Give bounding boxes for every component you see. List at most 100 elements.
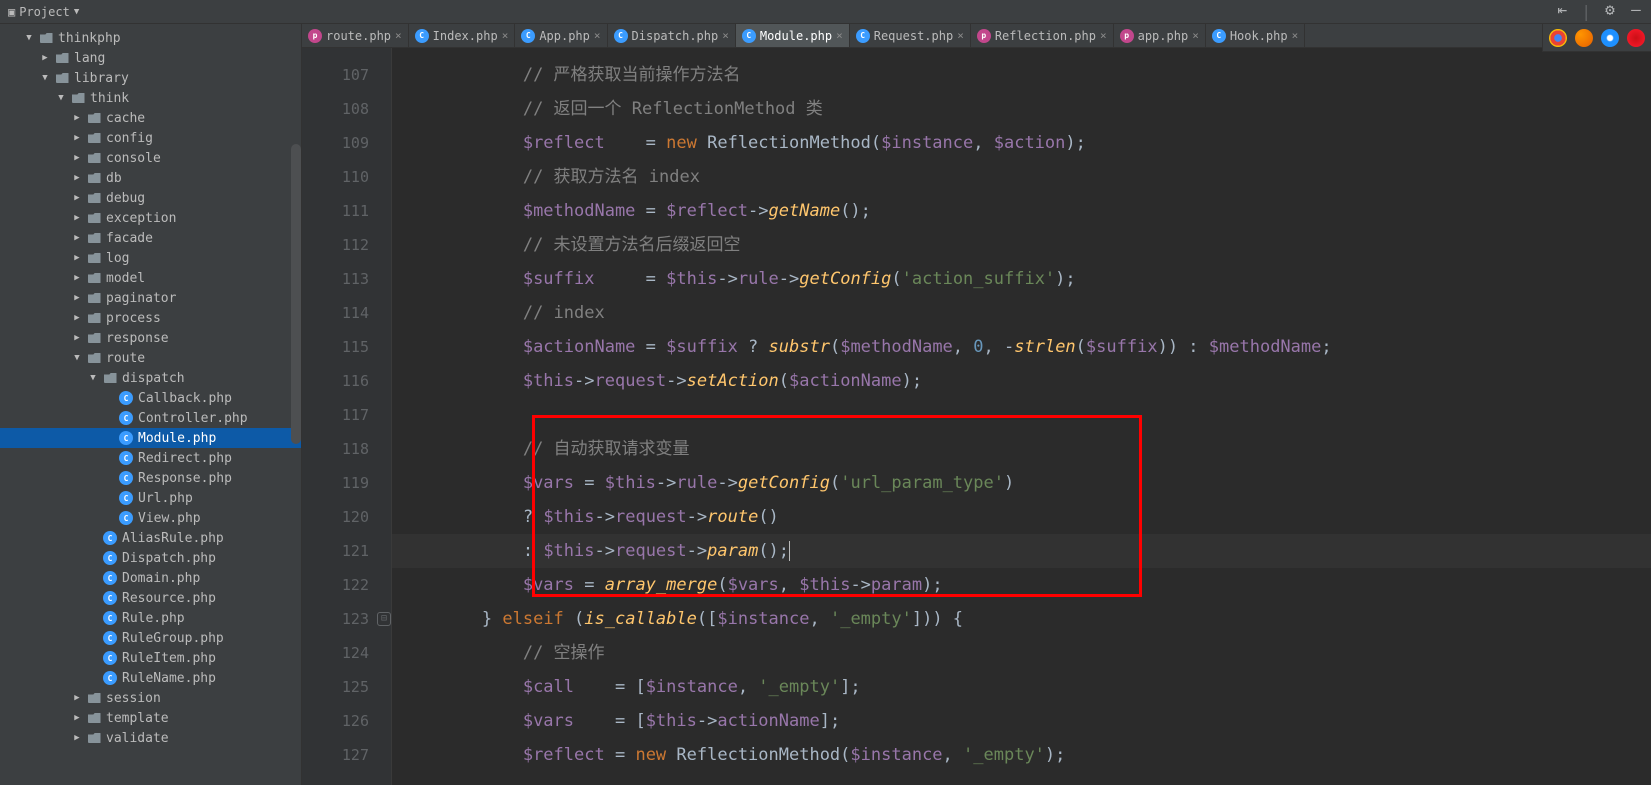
expand-down-icon[interactable]: ▼ — [72, 353, 82, 363]
line-number[interactable]: 124 — [302, 636, 369, 670]
code-line[interactable]: $actionName = $suffix ? substr($methodNa… — [392, 330, 1651, 364]
expand-right-icon[interactable]: ▶ — [72, 133, 82, 143]
tree-item-debug[interactable]: ▶debug — [0, 188, 301, 208]
safari-icon[interactable] — [1601, 29, 1619, 47]
gear-icon[interactable]: ⚙ — [1603, 2, 1617, 16]
sidebar-scrollbar[interactable] — [291, 144, 301, 444]
tree-item-route[interactable]: ▼route — [0, 348, 301, 368]
tree-item-dispatch[interactable]: ▼dispatch — [0, 368, 301, 388]
project-tree[interactable]: ▼thinkphp▶lang▼library▼think▶cache▶confi… — [0, 24, 301, 748]
line-number[interactable]: 114 — [302, 296, 369, 330]
tree-item-process[interactable]: ▶process — [0, 308, 301, 328]
tree-item-think[interactable]: ▼think — [0, 88, 301, 108]
code-line[interactable]: : $this->request->param(); — [392, 534, 1651, 568]
expand-right-icon[interactable]: ▶ — [72, 713, 82, 723]
expand-right-icon[interactable]: ▶ — [72, 313, 82, 323]
tree-item-redirect-php[interactable]: Redirect.php — [0, 448, 301, 468]
expand-right-icon[interactable]: ▶ — [72, 693, 82, 703]
line-number[interactable]: 121 — [302, 534, 369, 568]
tree-item-lang[interactable]: ▶lang — [0, 48, 301, 68]
opera-icon[interactable] — [1627, 29, 1645, 47]
tab-module-php[interactable]: Module.php× — [736, 24, 850, 47]
code-area[interactable]: // 严格获取当前操作方法名 // 返回一个 ReflectionMethod … — [392, 48, 1651, 785]
chrome-icon[interactable] — [1549, 29, 1567, 47]
expand-down-icon[interactable]: ▼ — [88, 373, 98, 383]
tab-request-php[interactable]: Request.php× — [850, 24, 971, 47]
code-line[interactable]: // 返回一个 ReflectionMethod 类 — [392, 92, 1651, 126]
tree-item-exception[interactable]: ▶exception — [0, 208, 301, 228]
tree-item-library[interactable]: ▼library — [0, 68, 301, 88]
code-line[interactable]: $call = [$instance, '_empty']; — [392, 670, 1651, 704]
expand-right-icon[interactable]: ▶ — [40, 53, 50, 63]
tree-item-aliasrule-php[interactable]: AliasRule.php — [0, 528, 301, 548]
expand-down-icon[interactable]: ▼ — [56, 93, 66, 103]
line-number[interactable]: 120 — [302, 500, 369, 534]
line-number[interactable]: 110 — [302, 160, 369, 194]
tab-app-php[interactable]: app.php× — [1114, 24, 1206, 47]
expand-right-icon[interactable]: ▶ — [72, 193, 82, 203]
line-number[interactable]: 108 — [302, 92, 369, 126]
close-icon[interactable]: × — [395, 29, 402, 42]
tree-item-db[interactable]: ▶db — [0, 168, 301, 188]
code-line[interactable]: } elseif (is_callable([$instance, '_empt… — [392, 602, 1651, 636]
line-number[interactable]: 118 — [302, 432, 369, 466]
hide-icon[interactable]: — — [1629, 2, 1643, 16]
close-icon[interactable]: × — [722, 29, 729, 42]
code-line[interactable]: $vars = array_merge($vars, $this->param)… — [392, 568, 1651, 602]
editor-tabs[interactable]: route.php×Index.php×App.php×Dispatch.php… — [302, 24, 1651, 48]
expand-right-icon[interactable]: ▶ — [72, 733, 82, 743]
tab-index-php[interactable]: Index.php× — [409, 24, 516, 47]
expand-right-icon[interactable]: ▶ — [72, 293, 82, 303]
code-line[interactable]: ? $this->request->route() — [392, 500, 1651, 534]
tree-item-callback-php[interactable]: Callback.php — [0, 388, 301, 408]
expand-right-icon[interactable]: ▶ — [72, 233, 82, 243]
expand-down-icon[interactable]: ▼ — [24, 33, 34, 43]
line-number[interactable]: 125 — [302, 670, 369, 704]
tree-item-domain-php[interactable]: Domain.php — [0, 568, 301, 588]
tree-item-config[interactable]: ▶config — [0, 128, 301, 148]
close-icon[interactable]: × — [1100, 29, 1107, 42]
project-selector[interactable]: ▣ Project ▼ — [8, 5, 79, 19]
project-sidebar[interactable]: ▼thinkphp▶lang▼library▼think▶cache▶confi… — [0, 24, 302, 785]
tree-item-paginator[interactable]: ▶paginator — [0, 288, 301, 308]
tree-item-session[interactable]: ▶session — [0, 688, 301, 708]
line-number[interactable]: 113 — [302, 262, 369, 296]
expand-right-icon[interactable]: ▶ — [72, 153, 82, 163]
tree-item-url-php[interactable]: Url.php — [0, 488, 301, 508]
code-line[interactable]: $suffix = $this->rule->getConfig('action… — [392, 262, 1651, 296]
code-line[interactable]: $vars = $this->rule->getConfig('url_para… — [392, 466, 1651, 500]
line-number[interactable]: 119 — [302, 466, 369, 500]
expand-right-icon[interactable]: ▶ — [72, 173, 82, 183]
line-number[interactable]: 109 — [302, 126, 369, 160]
tab-app-php[interactable]: App.php× — [515, 24, 607, 47]
code-line[interactable]: // 空操作 — [392, 636, 1651, 670]
expand-right-icon[interactable]: ▶ — [72, 113, 82, 123]
line-number[interactable]: 107 — [302, 58, 369, 92]
code-line[interactable] — [392, 398, 1651, 432]
code-line[interactable]: $reflect = new ReflectionMethod($instanc… — [392, 738, 1651, 772]
tree-item-facade[interactable]: ▶facade — [0, 228, 301, 248]
tab-reflection-php[interactable]: Reflection.php× — [971, 24, 1114, 47]
close-icon[interactable]: × — [594, 29, 601, 42]
tree-item-console[interactable]: ▶console — [0, 148, 301, 168]
code-line[interactable]: // 严格获取当前操作方法名 — [392, 58, 1651, 92]
tree-item-model[interactable]: ▶model — [0, 268, 301, 288]
tab-dispatch-php[interactable]: Dispatch.php× — [608, 24, 736, 47]
tab-route-php[interactable]: route.php× — [302, 24, 409, 47]
tree-item-rulename-php[interactable]: RuleName.php — [0, 668, 301, 688]
tree-item-response[interactable]: ▶response — [0, 328, 301, 348]
code-line[interactable]: // index — [392, 296, 1651, 330]
close-icon[interactable]: × — [836, 29, 843, 42]
code-line[interactable]: // 未设置方法名后缀返回空 — [392, 228, 1651, 262]
tree-item-log[interactable]: ▶log — [0, 248, 301, 268]
line-number[interactable]: 115 — [302, 330, 369, 364]
tree-item-dispatch-php[interactable]: Dispatch.php — [0, 548, 301, 568]
code-editor[interactable]: 1071081091101111121131141151161171181191… — [302, 48, 1651, 785]
code-line[interactable]: // 自动获取请求变量 — [392, 432, 1651, 466]
expand-down-icon[interactable]: ▼ — [40, 73, 50, 83]
close-icon[interactable]: × — [502, 29, 509, 42]
line-number[interactable]: 122 — [302, 568, 369, 602]
tree-item-module-php[interactable]: Module.php — [0, 428, 301, 448]
close-icon[interactable]: × — [1292, 29, 1299, 42]
tree-item-resource-php[interactable]: Resource.php — [0, 588, 301, 608]
